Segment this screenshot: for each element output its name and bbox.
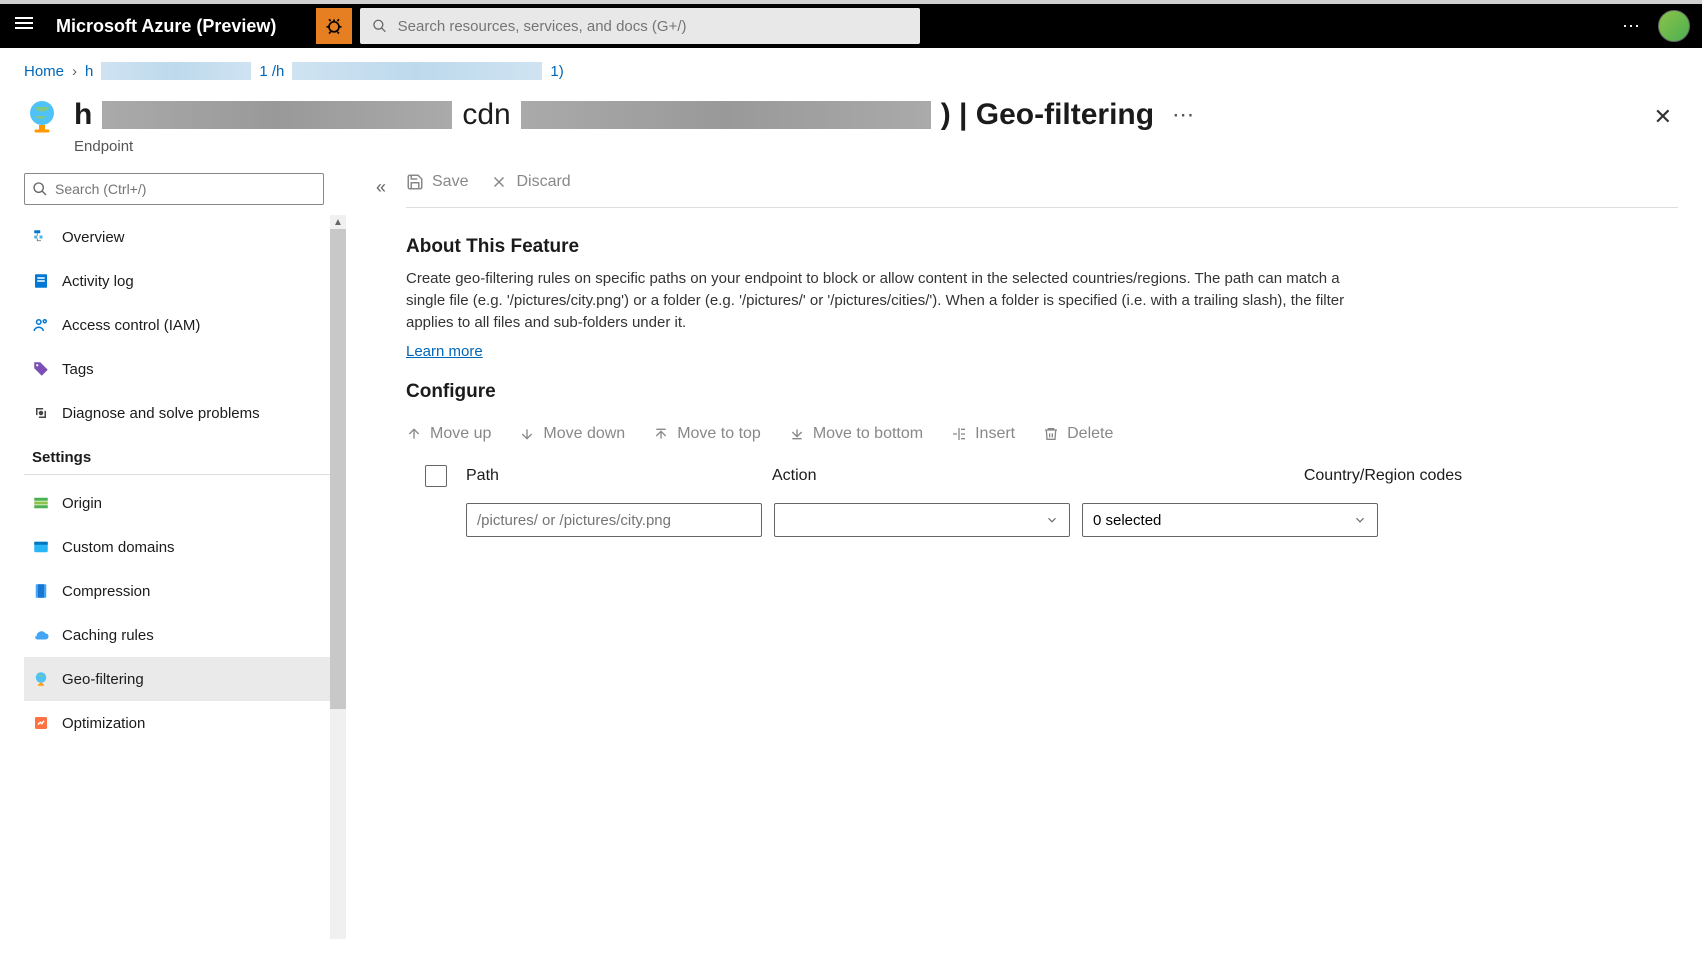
scroll-up-arrow[interactable]: ▲: [333, 217, 343, 227]
save-button[interactable]: Save: [406, 173, 468, 191]
breadcrumb-home[interactable]: Home: [24, 63, 64, 80]
column-path: Path: [466, 467, 772, 485]
user-avatar[interactable]: [1658, 10, 1690, 42]
sidebar-item-origin[interactable]: Origin: [24, 481, 334, 525]
move-bottom-button[interactable]: Move to bottom: [789, 425, 923, 443]
redacted-text: [101, 62, 251, 80]
geo-filtering-icon: [32, 670, 50, 688]
sidebar-section-settings: Settings: [24, 435, 334, 475]
insert-icon: [951, 426, 967, 442]
arrow-top-icon: [653, 426, 669, 442]
breadcrumb: Home › h 1 /h 1): [24, 62, 1678, 80]
move-top-button[interactable]: Move to top: [653, 425, 761, 443]
breadcrumb-sep: ›: [72, 63, 77, 80]
learn-more-link[interactable]: Learn more: [406, 343, 483, 360]
title-more-button[interactable]: ⋯: [1172, 102, 1196, 128]
global-search-input[interactable]: [398, 18, 909, 35]
resource-type-label: Endpoint: [74, 138, 1634, 155]
chevron-down-icon: [1353, 513, 1367, 527]
sidebar-item-custom-domains[interactable]: Custom domains: [24, 525, 334, 569]
redacted-text: [521, 101, 931, 129]
top-bar: Microsoft Azure (Preview) ⋯: [0, 0, 1702, 48]
configure-heading: Configure: [406, 381, 1678, 403]
caching-rules-icon: [32, 626, 50, 644]
page-title: ) | Geo-filtering: [941, 98, 1154, 132]
bug-icon: [324, 16, 344, 36]
column-action: Action: [772, 467, 1088, 485]
country-select[interactable]: 0 selected: [1082, 503, 1378, 537]
move-down-button[interactable]: Move down: [519, 425, 625, 443]
table-header: Path Action Country/Region codes: [406, 465, 1678, 487]
origin-icon: [32, 494, 50, 512]
arrow-down-icon: [519, 426, 535, 442]
sidebar-item-activity-log[interactable]: Activity log: [24, 259, 334, 303]
scrollbar-thumb[interactable]: [330, 229, 346, 709]
row-toolbar: Move up Move down Move to top Move to bo…: [406, 425, 1678, 443]
custom-domains-icon: [32, 538, 50, 556]
sidebar-item-tags[interactable]: Tags: [24, 347, 334, 391]
column-country: Country/Region codes: [1088, 467, 1678, 485]
access-control-icon: [32, 316, 50, 334]
redacted-text: [292, 62, 542, 80]
sidebar-search-input[interactable]: [24, 173, 324, 205]
delete-icon: [1043, 426, 1059, 442]
save-icon: [406, 173, 424, 191]
feedback-button[interactable]: [316, 8, 352, 44]
sidebar-item-caching-rules[interactable]: Caching rules: [24, 613, 334, 657]
insert-button[interactable]: Insert: [951, 425, 1015, 443]
more-actions-button[interactable]: ⋯: [1622, 16, 1642, 37]
activity-log-icon: [32, 272, 50, 290]
table-row: 0 selected: [406, 503, 1678, 537]
chevron-down-icon: [1045, 513, 1059, 527]
diagnose-icon: [32, 404, 50, 422]
sidebar-item-geo-filtering[interactable]: Geo-filtering: [24, 657, 334, 701]
discard-button[interactable]: Discard: [490, 173, 570, 191]
discard-icon: [490, 173, 508, 191]
move-up-button[interactable]: Move up: [406, 425, 491, 443]
globe-icon: [24, 98, 60, 134]
close-button[interactable]: ✕: [1648, 98, 1678, 136]
search-icon: [372, 18, 387, 34]
compression-icon: [32, 582, 50, 600]
sidebar-item-optimization[interactable]: Optimization: [24, 701, 334, 745]
select-all-checkbox[interactable]: [425, 465, 447, 487]
search-icon: [32, 181, 48, 197]
sidebar-item-overview[interactable]: Overview: [24, 215, 334, 259]
toolbar: Save Discard: [406, 173, 1678, 208]
delete-button[interactable]: Delete: [1043, 425, 1113, 443]
arrow-bottom-icon: [789, 426, 805, 442]
sidebar-item-diagnose[interactable]: Diagnose and solve problems: [24, 391, 334, 435]
about-text: Create geo-filtering rules on specific p…: [406, 268, 1366, 333]
tags-icon: [32, 360, 50, 378]
brand-label: Microsoft Azure (Preview): [56, 16, 276, 37]
arrow-up-icon: [406, 426, 422, 442]
action-select[interactable]: [774, 503, 1070, 537]
sidebar-item-compression[interactable]: Compression: [24, 569, 334, 613]
sidebar: « ▲ Overview Activity log Access control…: [24, 173, 346, 939]
overview-icon: [32, 228, 50, 246]
path-input[interactable]: [466, 503, 762, 537]
global-search[interactable]: [360, 8, 920, 44]
hamburger-menu[interactable]: [12, 14, 36, 38]
redacted-text: [102, 101, 452, 129]
optimization-icon: [32, 714, 50, 732]
about-heading: About This Feature: [406, 236, 1678, 258]
main-content: Save Discard About This Feature Create g…: [346, 173, 1678, 939]
sidebar-item-access-control[interactable]: Access control (IAM): [24, 303, 334, 347]
